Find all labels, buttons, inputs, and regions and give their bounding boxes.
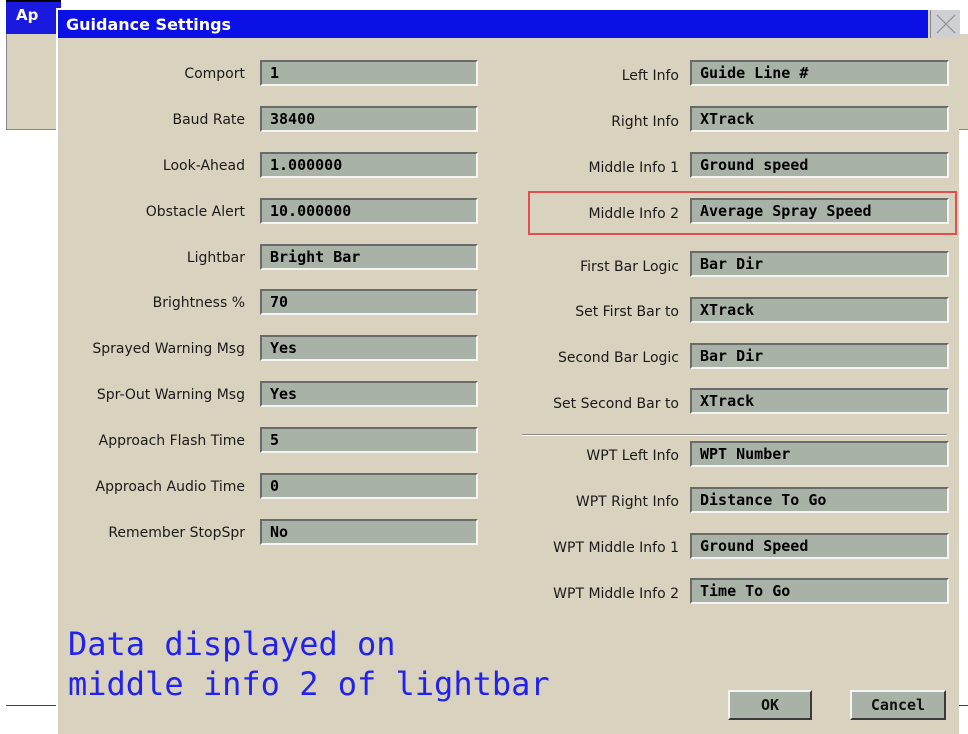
look-ahead-field[interactable]: 1.000000: [260, 152, 478, 178]
ok-button[interactable]: OK: [728, 690, 812, 720]
approach-audio-label: Approach Audio Time: [95, 479, 245, 495]
spr-out-warning-label: Spr-Out Warning Msg: [96, 387, 245, 403]
right-info-field[interactable]: XTrack: [690, 106, 949, 132]
lightbar-field[interactable]: Bright Bar: [260, 244, 478, 270]
wpt-left-info-label: WPT Left Info: [586, 448, 679, 464]
wpt-right-info-label: WPT Right Info: [575, 494, 679, 510]
set-second-bar-field[interactable]: XTrack: [690, 388, 949, 414]
look-ahead-label: Look-Ahead: [162, 158, 245, 174]
section-divider: [522, 434, 947, 436]
wpt-left-info-field[interactable]: WPT Number: [690, 441, 949, 467]
approach-audio-field[interactable]: 0: [260, 473, 478, 499]
close-button[interactable]: [930, 10, 960, 38]
remember-stopspr-field[interactable]: No: [260, 519, 478, 545]
background-divider-left: [6, 705, 58, 706]
comport-label: Comport: [184, 66, 245, 82]
remember-stopspr-label: Remember StopSpr: [108, 525, 245, 541]
left-info-label: Left Info: [621, 68, 679, 84]
dialog-title: Guidance Settings: [66, 15, 232, 34]
right-info-label: Right Info: [611, 114, 679, 130]
annotation-caption: Data displayed on middle info 2 of light…: [68, 624, 550, 704]
middle-info-1-field[interactable]: Ground speed: [690, 152, 949, 178]
spr-out-warning-field[interactable]: Yes: [260, 381, 478, 407]
obstacle-alert-field[interactable]: 10.000000: [260, 198, 478, 224]
middle-info-2-label: Middle Info 2: [588, 206, 679, 222]
close-x-icon: [936, 14, 956, 34]
background-window-titlebar: Ap: [6, 0, 61, 36]
set-first-bar-label: Set First Bar to: [575, 304, 679, 320]
background-window-body-left: [6, 34, 62, 130]
set-second-bar-label: Set Second Bar to: [553, 396, 679, 412]
wpt-middle-info-2-field[interactable]: Time To Go: [690, 578, 949, 604]
guidance-settings-dialog: Guidance Settings Comport 1 Baud Rate 38…: [56, 8, 960, 734]
cancel-button[interactable]: Cancel: [850, 690, 946, 720]
brightness-field[interactable]: 70: [260, 289, 478, 315]
set-first-bar-field[interactable]: XTrack: [690, 297, 949, 323]
first-bar-logic-label: First Bar Logic: [580, 259, 679, 275]
middle-info-1-label: Middle Info 1: [588, 160, 679, 176]
sprayed-warning-field[interactable]: Yes: [260, 335, 478, 361]
dialog-titlebar[interactable]: Guidance Settings: [58, 10, 928, 38]
left-info-field[interactable]: Guide Line #: [690, 60, 949, 86]
lightbar-label: Lightbar: [186, 250, 245, 266]
middle-info-2-field[interactable]: Average Spray Speed: [690, 198, 949, 224]
second-bar-logic-field[interactable]: Bar Dir: [690, 343, 949, 369]
wpt-middle-info-1-label: WPT Middle Info 1: [553, 540, 679, 556]
wpt-middle-info-1-field[interactable]: Ground Speed: [690, 533, 949, 559]
wpt-middle-info-2-label: WPT Middle Info 2: [553, 586, 679, 602]
baud-rate-label: Baud Rate: [172, 112, 246, 128]
caption-line-2: middle info 2 of lightbar: [68, 665, 550, 703]
approach-flash-label: Approach Flash Time: [98, 433, 245, 449]
baud-rate-field[interactable]: 38400: [260, 106, 478, 132]
obstacle-alert-label: Obstacle Alert: [145, 204, 245, 220]
wpt-right-info-field[interactable]: Distance To Go: [690, 487, 949, 513]
comport-field[interactable]: 1: [260, 60, 478, 86]
sprayed-warning-label: Sprayed Warning Msg: [92, 341, 245, 357]
approach-flash-field[interactable]: 5: [260, 427, 478, 453]
caption-line-1: Data displayed on: [68, 625, 396, 663]
brightness-label: Brightness %: [152, 295, 245, 311]
background-window-title: Ap: [16, 6, 39, 24]
second-bar-logic-label: Second Bar Logic: [558, 350, 679, 366]
first-bar-logic-field[interactable]: Bar Dir: [690, 251, 949, 277]
